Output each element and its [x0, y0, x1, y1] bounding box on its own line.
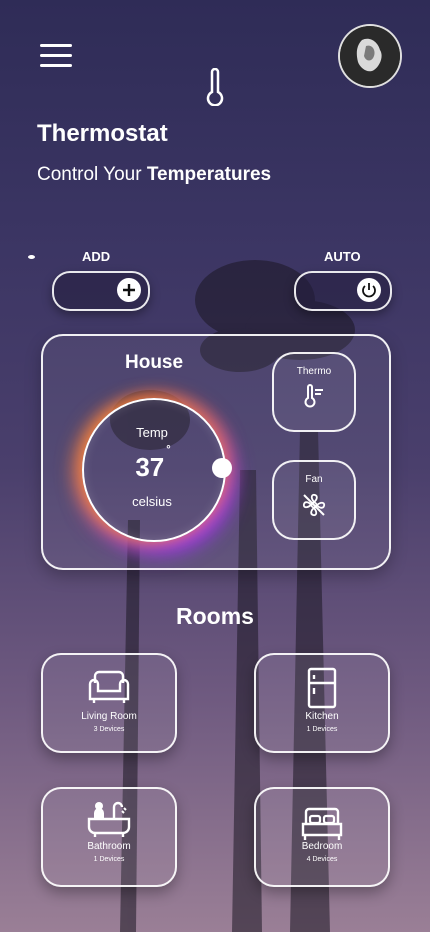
rooms-title: Rooms [176, 603, 254, 629]
room-devices: 3 Devices [93, 726, 125, 733]
bed-icon [301, 807, 343, 840]
decorative-dot [28, 255, 35, 259]
room-name: Kitchen [305, 711, 339, 722]
room-devices: 4 Devices [306, 856, 338, 863]
room-card-bathroom[interactable]: Bathroom 1 Devices [41, 787, 177, 887]
page-subtitle: Control Your Temperatures [37, 164, 272, 185]
thermometer-lines-icon [304, 384, 323, 408]
temp-value: 37° [135, 444, 171, 482]
thermometer-icon [203, 67, 227, 111]
temp-label: Temp [136, 425, 168, 440]
temp-unit: celsius [132, 494, 172, 509]
add-label: ADD [82, 249, 111, 264]
room-devices: 1 Devices [306, 726, 338, 733]
avatar[interactable] [338, 24, 402, 88]
fan-label: Fan [305, 474, 323, 485]
auto-label: AUTO [324, 249, 361, 264]
room-name: Living Room [81, 711, 137, 722]
menu-button[interactable] [40, 42, 74, 68]
room-devices: 1 Devices [93, 856, 125, 863]
room-card-bedroom[interactable]: Bedroom 4 Devices [254, 787, 390, 887]
room-card-living-room[interactable]: Living Room 3 Devices [41, 653, 177, 753]
room-name: Bathroom [87, 841, 131, 852]
power-icon [357, 278, 381, 302]
fan-button[interactable]: Fan [272, 460, 356, 540]
room-card-kitchen[interactable]: Kitchen 1 Devices [254, 653, 390, 753]
fridge-icon [307, 667, 337, 709]
house-title: House [125, 352, 184, 373]
thermo-label: Thermo [296, 366, 332, 377]
fan-off-icon [302, 493, 326, 517]
auto-toggle[interactable] [294, 271, 392, 311]
thermo-button[interactable]: Thermo [272, 352, 356, 432]
sofa-icon [88, 670, 130, 703]
page-title: Thermostat [37, 120, 168, 147]
degree-symbol: ° [166, 444, 171, 456]
bathtub-icon [87, 801, 131, 837]
room-name: Bedroom [301, 841, 343, 852]
add-toggle[interactable] [52, 271, 150, 311]
plus-icon [117, 278, 141, 302]
